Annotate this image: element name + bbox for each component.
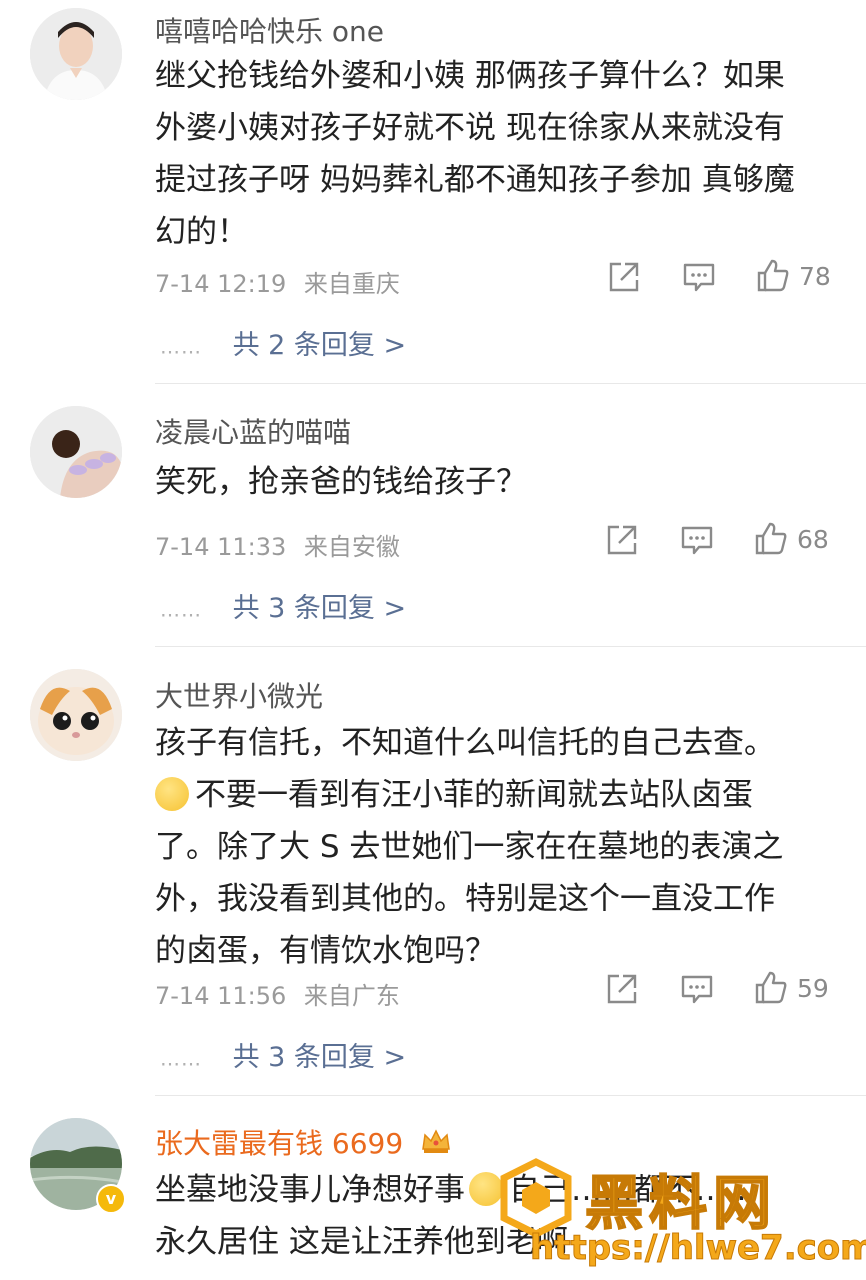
reply-summary: …… 共 3 条回复 > bbox=[160, 1035, 406, 1074]
thumbs-up-icon bbox=[755, 522, 787, 555]
like-button[interactable]: 68 bbox=[753, 521, 829, 557]
comment-text: 孩子有信托，不知道什么叫信托的自己去查。 不要一看到有汪小菲的新闻就去站队卤蛋 … bbox=[155, 725, 784, 969]
share-button[interactable] bbox=[605, 972, 639, 1006]
thumbs-up-icon bbox=[755, 971, 787, 1004]
divider bbox=[155, 646, 866, 647]
share-button[interactable] bbox=[607, 260, 641, 294]
reply-summary: …… 共 3 条回复 > bbox=[160, 586, 406, 625]
reply-summary: …… 共 2 条回复 > bbox=[160, 323, 406, 362]
location: 来自广东 bbox=[303, 982, 400, 1010]
like-button[interactable]: 59 bbox=[753, 970, 829, 1006]
ellipsis-dots: …… bbox=[160, 1046, 202, 1071]
ellipsis-dots: …… bbox=[160, 597, 202, 622]
location: 来自安徽 bbox=[303, 533, 400, 561]
comment-button[interactable] bbox=[680, 972, 714, 1006]
share-icon bbox=[609, 262, 639, 292]
timestamp: 7-14 12:19 bbox=[155, 270, 287, 298]
timestamp: 7-14 11:56 bbox=[155, 982, 287, 1010]
avatar[interactable] bbox=[30, 8, 122, 100]
like-count: 78 bbox=[799, 261, 831, 291]
like-count: 59 bbox=[797, 973, 829, 1003]
thumbs-up-icon bbox=[757, 259, 789, 292]
laugh-emoji-icon bbox=[469, 1172, 503, 1206]
like-button[interactable]: 78 bbox=[755, 258, 831, 294]
avatar[interactable] bbox=[30, 669, 122, 761]
username[interactable]: 凌晨心蓝的喵喵 bbox=[155, 411, 351, 451]
share-button[interactable] bbox=[605, 523, 639, 557]
comment-icon bbox=[681, 975, 713, 1004]
comment-meta: 7-14 11:33 来自安徽 bbox=[155, 527, 400, 562]
avatar[interactable] bbox=[30, 406, 122, 498]
view-replies-link[interactable]: 共 2 条回复 > bbox=[233, 330, 407, 361]
username[interactable]: 张大雷最有钱 6699 bbox=[155, 1122, 452, 1162]
view-replies-link[interactable]: 共 3 条回复 > bbox=[233, 1042, 407, 1073]
share-icon bbox=[607, 525, 637, 555]
comment-button[interactable] bbox=[682, 260, 716, 294]
divider bbox=[155, 1095, 866, 1096]
location: 来自重庆 bbox=[303, 270, 400, 298]
comment-button[interactable] bbox=[680, 523, 714, 557]
view-replies-link[interactable]: 共 3 条回复 > bbox=[233, 593, 407, 624]
comment-meta: 7-14 11:56 来自广东 bbox=[155, 976, 400, 1011]
comment-text: 笑死，抢亲爸的钱给孩子？ bbox=[155, 464, 527, 500]
username[interactable]: 大世界小微光 bbox=[155, 675, 323, 715]
comment-meta: 7-14 12:19 来自重庆 bbox=[155, 264, 400, 299]
comment-text: 继父抢钱给外婆和小姨 那俩孩子算什么？如果 外婆小姨对孩子好就不说 现在徐家从来… bbox=[155, 58, 795, 250]
timestamp: 7-14 11:33 bbox=[155, 533, 287, 561]
shush-emoji-icon bbox=[155, 777, 189, 811]
comment-icon bbox=[681, 526, 713, 555]
comment-icon bbox=[683, 263, 715, 292]
comment-text: 坐墓地没事儿净想好事 自己……都不…… 永久居住 这是让汪养他到老啊 bbox=[155, 1172, 757, 1260]
like-count: 68 bbox=[797, 524, 829, 554]
ellipsis-dots: …… bbox=[160, 334, 202, 359]
verified-badge-icon: v bbox=[96, 1184, 126, 1214]
share-icon bbox=[607, 974, 637, 1004]
crown-icon bbox=[422, 1129, 450, 1153]
divider bbox=[155, 383, 866, 384]
username[interactable]: 嘻嘻哈哈快乐 one bbox=[155, 10, 384, 50]
